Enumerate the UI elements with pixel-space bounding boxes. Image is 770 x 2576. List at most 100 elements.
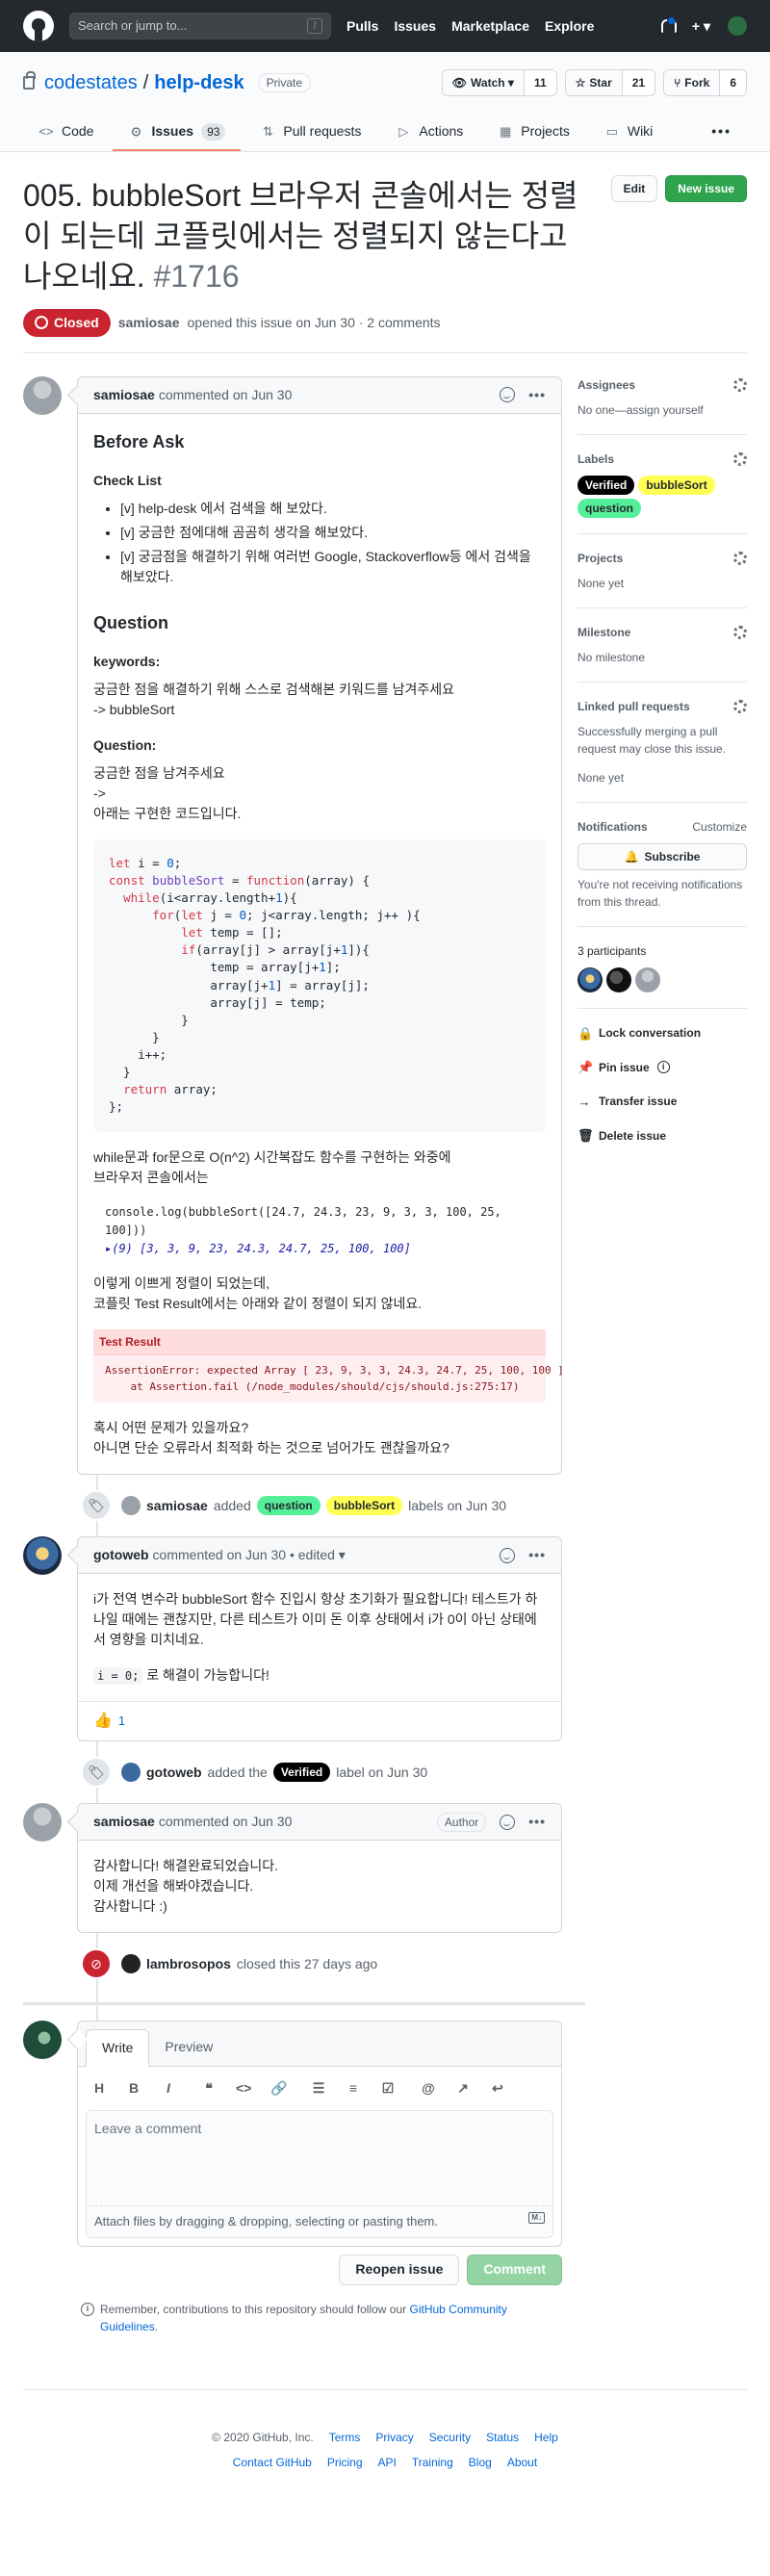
assignees-heading[interactable]: Assignees [578,376,635,394]
notifications-bell-icon[interactable] [659,16,677,34]
participant-avatar[interactable] [635,966,660,992]
mini-avatar-samiosae[interactable] [121,1496,141,1516]
assignees-value[interactable]: No one—assign yourself [578,401,747,419]
label-question[interactable]: question [256,1496,321,1516]
pin-issue-button[interactable]: 📌 Pin issue i [578,1058,747,1077]
event-actor[interactable]: gotoweb [146,1763,202,1783]
tab-preview[interactable]: Preview [149,2029,228,2066]
milestone-heading[interactable]: Milestone [578,624,630,641]
task-list-icon[interactable]: ☑ [380,2078,396,2099]
transfer-issue-button[interactable]: → Transfer issue [578,1093,747,1112]
star-button[interactable]: ☆ Star 21 [564,69,656,96]
gear-icon[interactable] [733,551,747,565]
tab-issues[interactable]: ⊙ Issues 93 [113,114,242,151]
markdown-icon[interactable]: M↓ [528,2212,545,2225]
label-verified[interactable]: Verified [272,1763,331,1783]
edit-title-button[interactable]: Edit [610,175,658,202]
search-input[interactable]: Search or jump to... / [69,13,331,39]
repo-owner-link[interactable]: codestates [44,68,138,97]
footer-link-help[interactable]: Help [534,2429,558,2446]
footer-link-status[interactable]: Status [486,2429,519,2446]
nav-issues[interactable]: Issues [394,16,436,37]
linked-prs-heading[interactable]: Linked pull requests [578,698,690,715]
comment-author[interactable]: samiosae [93,385,155,405]
reply-icon[interactable]: ↩ [490,2078,505,2099]
new-issue-button[interactable]: New issue [665,175,747,202]
tab-write[interactable]: Write [86,2029,150,2068]
avatar-samiosae[interactable] [23,375,62,415]
info-icon[interactable]: i [656,1061,670,1074]
tab-code[interactable]: <> Code [23,114,109,151]
quote-icon[interactable]: ❝ [201,2078,217,2099]
comment-meta[interactable]: commented on Jun 30 • edited ▾ [153,1545,346,1565]
nav-explore[interactable]: Explore [545,16,594,37]
footer-link-security[interactable]: Security [429,2429,471,2446]
github-logo-icon[interactable] [23,11,54,41]
reaction-thumbs-up[interactable]: 👍 1 [78,1701,561,1740]
footer-link-training[interactable]: Training [412,2454,453,2471]
more-tabs-button[interactable]: ••• [696,114,747,151]
add-reaction-icon[interactable] [500,1814,516,1830]
participant-avatar[interactable] [578,966,603,992]
tab-projects[interactable]: ▦ Projects [482,114,585,151]
add-reaction-icon[interactable] [500,1547,516,1563]
watch-count[interactable]: 11 [523,70,556,95]
avatar-gotoweb[interactable] [23,1536,62,1576]
italic-icon[interactable]: I [161,2078,176,2099]
mini-avatar-gotoweb[interactable] [121,1763,141,1783]
subscribe-button[interactable]: 🔔 Subscribe [578,842,747,870]
nav-pulls[interactable]: Pulls [346,16,378,37]
bold-icon[interactable]: B [126,2078,141,2099]
mini-avatar-lambrosopos[interactable] [121,1954,141,1974]
footer-link-pricing[interactable]: Pricing [327,2454,363,2471]
attach-files-area[interactable]: Attach files by dragging & dropping, sel… [86,2206,553,2238]
label-bubblesort[interactable]: bubbleSort [638,475,715,495]
repo-name-link[interactable]: help-desk [154,68,244,97]
label-bubblesort[interactable]: bubbleSort [325,1496,403,1516]
add-reaction-icon[interactable] [500,387,516,403]
comment-options-icon[interactable]: ••• [528,385,546,405]
reopen-issue-button[interactable]: Reopen issue [339,2254,460,2285]
unordered-list-icon[interactable]: ☰ [311,2078,326,2099]
participant-avatar[interactable] [606,966,631,992]
lock-conversation-button[interactable]: 🔒 Lock conversation [578,1024,747,1043]
gear-icon[interactable] [733,625,747,639]
ordered-list-icon[interactable]: ≡ [346,2078,361,2099]
projects-heading[interactable]: Projects [578,550,623,567]
tab-pull-requests[interactable]: ⇅ Pull requests [244,114,376,151]
user-avatar[interactable] [728,16,747,36]
event-actor[interactable]: samiosae [146,1496,208,1516]
current-user-avatar[interactable] [23,2021,62,2060]
label-verified[interactable]: Verified [578,475,635,495]
comment-author[interactable]: samiosae [93,1812,155,1832]
delete-issue-button[interactable]: 🗑 Delete issue [578,1126,747,1146]
gear-icon[interactable] [733,377,747,392]
cross-reference-icon[interactable]: ↗ [455,2078,471,2099]
issue-author[interactable]: samiosae [118,313,180,333]
code-icon[interactable]: <> [236,2078,251,2099]
event-actor[interactable]: lambrosopos [146,1954,231,1974]
labels-heading[interactable]: Labels [578,451,614,468]
footer-link-contact[interactable]: Contact GitHub [233,2454,312,2471]
comment-author[interactable]: gotoweb [93,1545,149,1565]
fork-button[interactable]: ⑂ Fork 6 [663,69,747,96]
create-new-menu[interactable]: + ▾ [692,16,710,37]
nav-marketplace[interactable]: Marketplace [451,16,529,37]
comment-options-icon[interactable]: ••• [528,1545,546,1565]
footer-link-terms[interactable]: Terms [329,2429,361,2446]
mention-icon[interactable]: @ [421,2078,436,2099]
tab-wiki[interactable]: ▭ Wiki [589,114,668,151]
label-question[interactable]: question [578,498,641,518]
comment-submit-button[interactable]: Comment [467,2254,562,2285]
comment-options-icon[interactable]: ••• [528,1812,546,1832]
customize-link[interactable]: Customize [692,818,747,836]
star-count[interactable]: 21 [621,70,655,95]
gear-icon[interactable] [733,451,747,466]
tab-actions[interactable]: ▷ Actions [380,114,478,151]
fork-count[interactable]: 6 [719,70,746,95]
footer-link-blog[interactable]: Blog [469,2454,492,2471]
avatar-samiosae[interactable] [23,1803,62,1842]
gear-icon[interactable] [733,699,747,713]
footer-link-about[interactable]: About [507,2454,537,2471]
footer-link-privacy[interactable]: Privacy [375,2429,413,2446]
